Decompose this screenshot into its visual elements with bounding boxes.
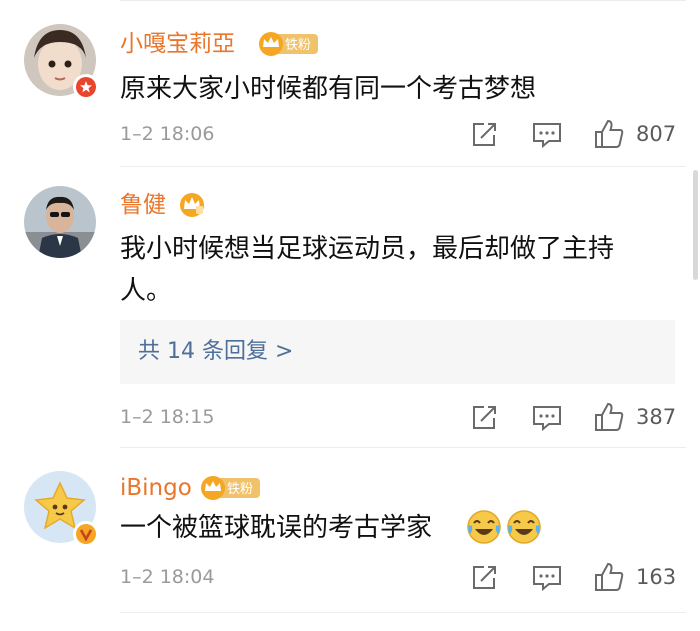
share-icon[interactable] — [470, 404, 498, 436]
like-count: 807 — [636, 122, 677, 146]
fan-badge-label: 铁粉 — [285, 38, 311, 53]
laughing-crying-emoji — [466, 509, 502, 549]
view-replies-link[interactable]: 共 14 条回复 > — [138, 337, 293, 367]
comment-item: 小嘎宝莉亞 铁粉 原来大家小时候都有同一个考古梦想 1–2 18:06 807 — [0, 0, 700, 165]
like-icon[interactable] — [593, 401, 625, 437]
like-count: 387 — [636, 405, 677, 429]
username[interactable]: 鲁健 — [120, 190, 166, 220]
fan-badge-label: 铁粉 — [227, 482, 253, 497]
comment-icon[interactable] — [532, 121, 562, 153]
crown-badge-icon[interactable] — [178, 192, 206, 222]
like-count: 163 — [636, 565, 677, 589]
username[interactable]: 小嘎宝莉亞 — [120, 29, 235, 59]
timestamp: 1–2 18:15 — [120, 406, 215, 428]
comment-icon[interactable] — [532, 564, 562, 596]
username[interactable]: iBingo — [120, 473, 192, 503]
share-icon[interactable] — [470, 564, 498, 596]
replies-panel[interactable]: 共 14 条回复 > — [120, 320, 675, 384]
laughing-crying-emoji — [506, 509, 542, 549]
share-icon[interactable] — [470, 121, 498, 153]
timestamp: 1–2 18:04 — [120, 566, 215, 588]
verified-badge-icon — [73, 74, 99, 100]
like-icon[interactable] — [593, 561, 625, 597]
scrollbar[interactable] — [693, 170, 698, 280]
iron-fan-badge[interactable]: 铁粉 — [200, 475, 262, 505]
like-icon[interactable] — [593, 118, 625, 154]
comment-text: 原来大家小时候都有同一个考古梦想 — [120, 74, 537, 104]
comment-text: 我小时候想当足球运动员，最后却做了主持 人。 — [120, 228, 680, 312]
timestamp: 1–2 18:06 — [120, 123, 215, 145]
comment-icon[interactable] — [532, 404, 562, 436]
avatar[interactable] — [24, 186, 96, 258]
comment-text-line: 我小时候想当足球运动员，最后却做了主持 — [120, 234, 615, 264]
comment-item: 鲁健 我小时候想当足球运动员，最后却做了主持 人。 共 14 条回复 > 1–2… — [0, 166, 700, 446]
comment-text-line: 人。 — [120, 276, 173, 306]
comment-feed: 小嘎宝莉亞 铁粉 原来大家小时候都有同一个考古梦想 1–2 18:06 807 — [0, 0, 700, 631]
comment-item: iBingo 铁粉 一个被篮球耽误的考古学家 1–2 18:04 163 — [0, 447, 700, 617]
divider — [120, 612, 686, 613]
verified-badge-icon — [73, 521, 99, 547]
iron-fan-badge[interactable]: 铁粉 — [258, 31, 320, 61]
comment-text: 一个被篮球耽误的考古学家 — [120, 513, 433, 543]
